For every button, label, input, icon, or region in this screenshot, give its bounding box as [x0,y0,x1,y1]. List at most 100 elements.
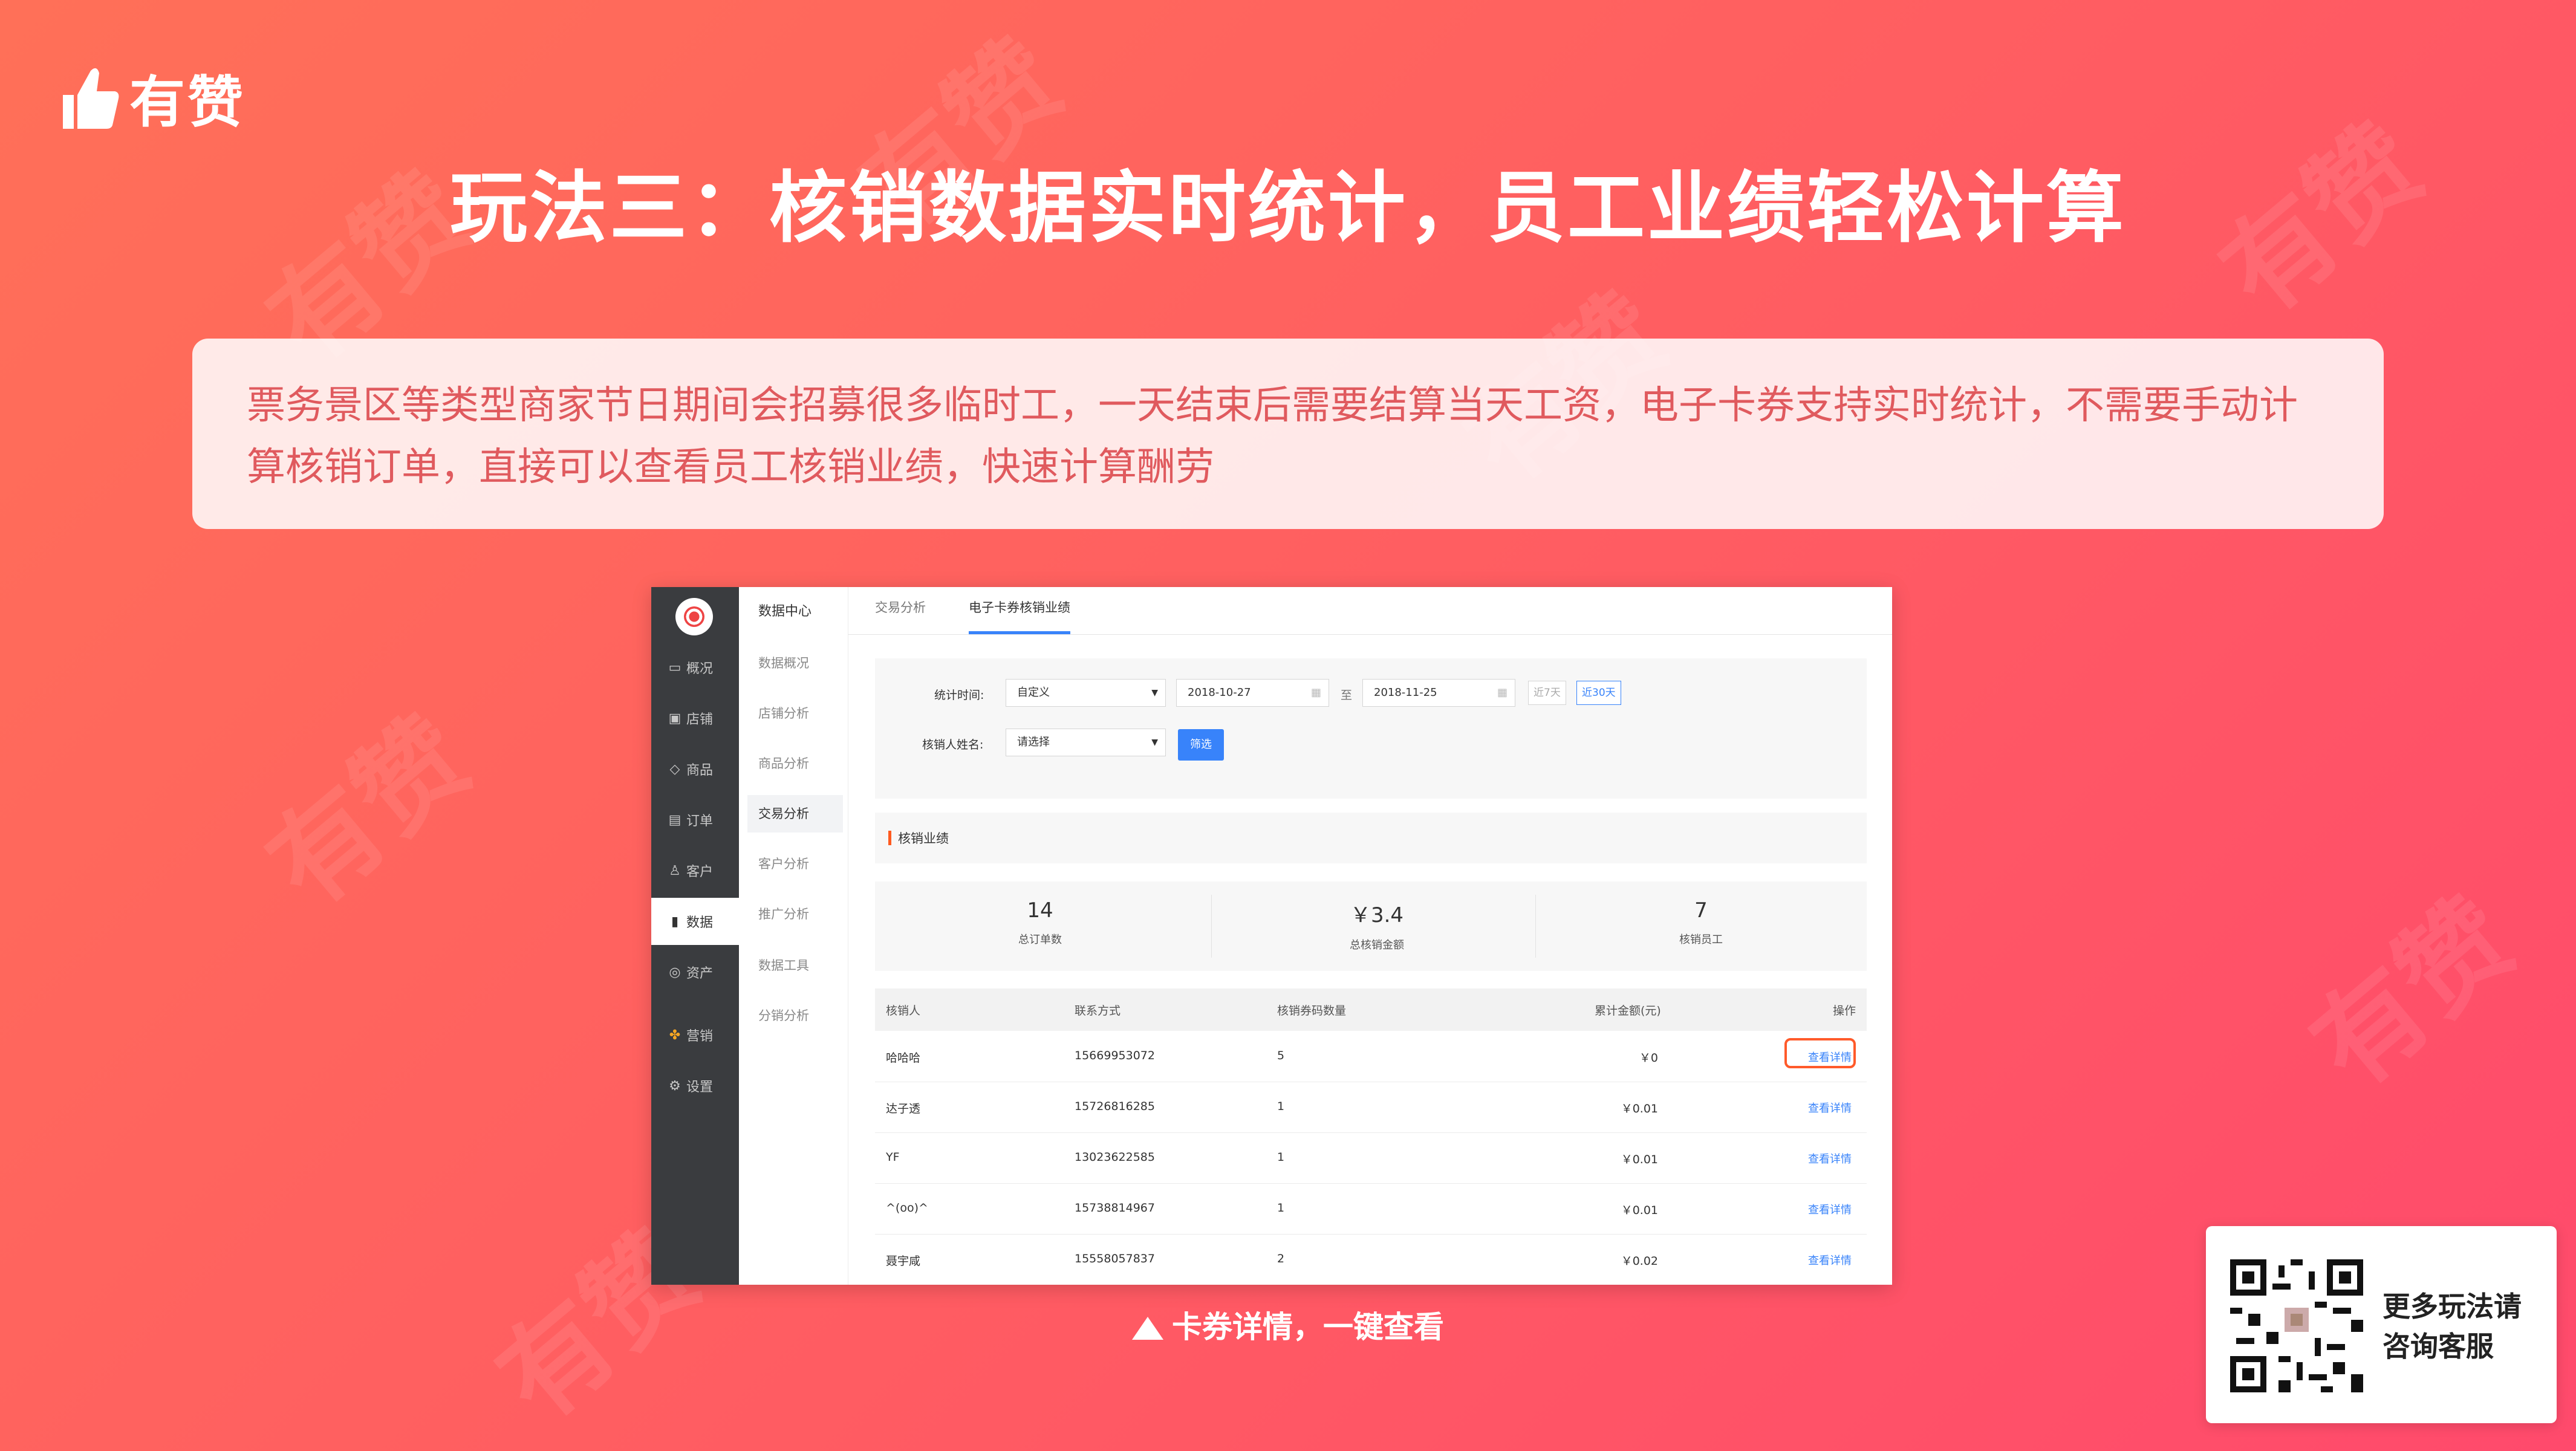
start-date-input[interactable]: 2018-10-27 ▦ [1176,679,1329,707]
stat-value: 14 [1027,898,1053,923]
subnav-item[interactable]: 店铺分析 [747,695,843,732]
section-header: 核销业绩 [875,813,1867,863]
name-select-value: 请选择 [1017,736,1050,748]
cell-amount: ￥0.01 [1621,1102,1658,1115]
stats-panel: 14 总订单数 ￥3.4 总核销金额 7 核销员工 [875,881,1867,971]
table-header: 核销人 联系方式 核销券码数量 累计金额(元) 操作 [875,988,1867,1031]
time-mode-select[interactable]: 自定义 ▼ [1006,679,1166,707]
bar-chart-icon: ▮ [671,914,679,929]
end-date-input[interactable]: 2018-11-25 ▦ [1362,679,1515,707]
end-date-value: 2018-11-25 [1374,686,1437,699]
table-row: YF 13023622585 1 ￥0.01 查看详情 [875,1132,1867,1184]
tab-voucher-performance[interactable]: 电子卡券核销业绩 [969,598,1070,634]
sidebar-item-orders[interactable]: ▤ 订单 [651,796,739,843]
cell-phone: 15669953072 [1075,1049,1155,1062]
stat-staff-count: 7 核销员工 [1536,881,1866,971]
subnav-item[interactable]: 数据工具 [747,947,843,984]
cell-phone: 15558057837 [1075,1252,1155,1265]
stat-label: 总订单数 [1018,933,1062,946]
sidebar-item-overview[interactable]: ▭ 概况 [651,644,739,691]
stat-label: 核销员工 [1679,933,1723,946]
cell-amount: ￥0.01 [1621,1204,1658,1217]
qr-caption-line1: 更多玩法请 [2382,1290,2522,1323]
subnav-item-active[interactable]: 交易分析 [747,795,843,833]
name-label: 核销人姓名: [922,738,984,751]
view-details-link[interactable]: 查看详情 [1808,1100,1852,1115]
subnav-item[interactable]: 客户分析 [747,845,843,883]
sidebar-item-store[interactable]: ▣ 店铺 [651,695,739,742]
gear-icon: ⚙ [669,1078,681,1094]
subnav-item[interactable]: 数据概况 [747,644,843,682]
sidebar-item-label: 客户 [686,865,714,880]
calendar-icon: ▦ [1497,686,1508,699]
qr-caption-line2: 咨询客服 [2382,1330,2494,1363]
cell-amount: ￥0.02 [1621,1255,1658,1268]
tag-icon: ◇ [669,761,680,777]
description-text: 票务景区等类型商家节日期间会招募很多临时工，一天结束后需要结算当天工资，电子卡券… [247,383,2298,490]
sidebar-item-label: 订单 [686,814,714,829]
last-7-days-chip[interactable]: 近7天 [1528,681,1566,705]
stat-value: 7 [1694,898,1708,923]
subnav-title: 数据中心 [758,604,812,619]
sidebar-item-settings[interactable]: ⚙ 设置 [651,1062,739,1109]
sidebar-item-assets[interactable]: ◎ 资产 [651,949,739,996]
subnav-item[interactable]: 商品分析 [747,745,843,782]
sidebar-item-label: 商品 [686,763,714,778]
view-details-link[interactable]: 查看详情 [1808,1049,1852,1065]
store-icon: ▣ [668,710,681,726]
subnav-item[interactable]: 推广分析 [747,895,843,933]
filter-button[interactable]: 筛选 [1178,729,1224,761]
cell-amount: ￥0 [1639,1051,1658,1065]
col-action: 操作 [1832,1004,1856,1018]
col-phone: 联系方式 [1075,1004,1121,1018]
brand-logo: 有赞 [60,57,246,138]
tab-trade-analysis[interactable]: 交易分析 [875,598,926,634]
sidebar-item-customers[interactable]: ♙ 客户 [651,847,739,894]
name-select[interactable]: 请选择 ▼ [1006,729,1166,756]
calendar-icon: ▦ [1310,686,1321,699]
main-sidebar: ▭ 概况 ▣ 店铺 ◇ 商品 ▤ 订单 ♙ 客户 ▮ 数据 ◎ 资产 ✤ 营销 ⚙ 设置 [651,587,739,1285]
cell-amount: ￥0.01 [1621,1153,1658,1166]
cell-name: 达子透 [886,1102,921,1115]
time-label: 统计时间: [934,689,984,702]
section-accent [888,831,891,845]
last-30-days-chip[interactable]: 近30天 [1576,681,1621,705]
chevron-down-icon: ▼ [1151,738,1158,747]
filter-panel: 统计时间: 自定义 ▼ 2018-10-27 ▦ 至 2018-11-25 ▦ 近7天… [875,658,1867,799]
sidebar-item-data[interactable]: ▮ 数据 [651,898,739,945]
shop-logo [675,598,713,635]
stat-value: ￥3.4 [1350,903,1404,927]
stat-total-amount: ￥3.4 总核销金额 [1212,881,1542,971]
order-icon: ▤ [668,812,681,828]
view-details-link[interactable]: 查看详情 [1808,1151,1852,1166]
cell-phone: 15738814967 [1075,1201,1155,1215]
col-name: 核销人 [886,1004,921,1018]
cell-name: ^(oo)^ [886,1201,928,1215]
table-row: 哈哈哈 15669953072 5 ￥0 查看详情 [875,1031,1867,1082]
sidebar-item-label: 设置 [686,1080,714,1095]
asset-icon: ◎ [669,964,681,980]
cell-phone: 13023622585 [1075,1151,1155,1164]
qr-caption: 更多玩法请 咨询客服 [2382,1287,2522,1366]
sidebar-item-label: 概况 [686,661,714,677]
section-title: 核销业绩 [898,831,949,846]
grid-icon: ✤ [669,1027,681,1043]
start-date-value: 2018-10-27 [1188,686,1251,699]
screenshot-caption: 卡券详情，一键查看 [0,1303,2576,1346]
watermark: 有赞 [245,693,494,931]
subnav-item[interactable]: 分销分析 [747,997,843,1034]
cell-phone: 15726816285 [1075,1100,1155,1113]
cell-count: 2 [1277,1252,1285,1265]
monitor-icon: ▭ [668,660,681,675]
sidebar-item-marketing[interactable]: ✤ 营销 [651,1011,739,1059]
tab-bar: 交易分析 电子卡券核销业绩 [848,587,1892,635]
user-icon: ♙ [669,863,681,878]
view-details-link[interactable]: 查看详情 [1808,1201,1852,1217]
col-amount: 累计金额(元) [1595,1004,1661,1018]
sidebar-item-goods[interactable]: ◇ 商品 [651,745,739,793]
watermark: 有赞 [2289,875,2538,1112]
view-details-link[interactable]: 查看详情 [1808,1252,1852,1268]
sidebar-item-label: 资产 [686,966,714,981]
cell-count: 1 [1277,1151,1285,1164]
cell-count: 1 [1277,1100,1285,1113]
